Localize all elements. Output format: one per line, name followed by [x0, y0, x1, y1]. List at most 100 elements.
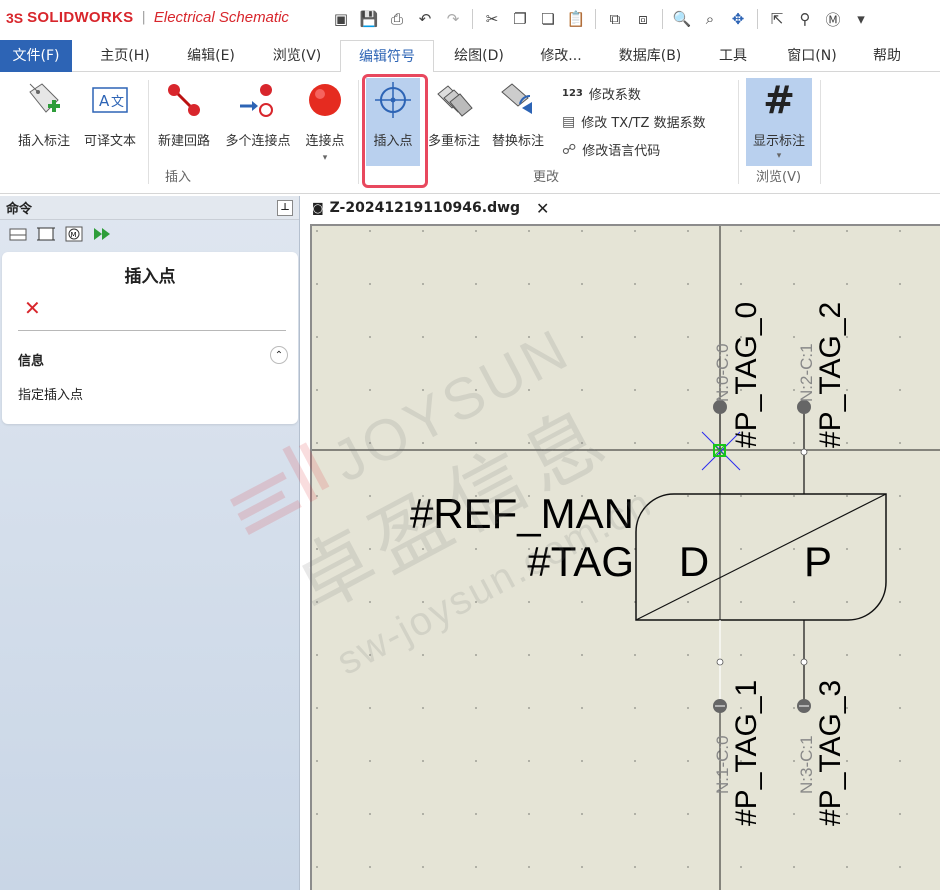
replace-tag-label: 替换标注 [491, 134, 544, 149]
pin-tag-top-left[interactable]: #P_TAG_0 [730, 302, 763, 448]
copy-special-icon[interactable]: ❏ [537, 8, 559, 30]
menu-bar: 文件(F) 主页(H) 编辑(E) 浏览(V) 编辑符号 绘图(D) 修改...… [0, 40, 940, 73]
info-section-title: 信息 [18, 354, 45, 369]
insert-point-highlight-box [362, 74, 428, 188]
modify-language-label: 修改语言代码 [582, 144, 661, 159]
command-panel-title: 命令 [6, 202, 33, 217]
command-card: 插入点 ✕ 信息 ⌃ 指定插入点 [2, 252, 298, 424]
connection-point-icon [305, 78, 345, 122]
multi-connection-icon [238, 78, 278, 122]
command-panel: 命令 ⊥ M 插入点 ✕ 信息 ⌃ 指定插入点 [0, 196, 300, 890]
drawing-canvas[interactable]: #REF_MAN #TAG D P #P_TAG_0 #P_TAG_2 #P_T… [310, 224, 940, 890]
schematic-drawing[interactable]: #REF_MAN #TAG D P #P_TAG_0 #P_TAG_2 #P_T… [312, 226, 940, 890]
tag-label[interactable]: #TAG [527, 538, 634, 585]
command-title: 插入点 [124, 267, 176, 287]
title-bar: 3S SOLIDWORKS | Electrical Schematic ▣ 💾… [0, 0, 940, 40]
tab-draw[interactable]: 绘图(D) [440, 40, 518, 72]
translatable-text-button[interactable]: A文 可译文本 [78, 78, 142, 149]
language-icon: ☍ [562, 141, 577, 158]
insert-tag-icon [24, 78, 64, 122]
search-icon[interactable]: ⚲ [794, 8, 816, 30]
qat-dropdown-icon[interactable]: ▾ [850, 8, 872, 30]
ds-logo-icon: 3S [6, 9, 24, 26]
multi-connection-button[interactable]: 多个连接点 [218, 78, 298, 149]
solidworks-logo: SOLIDWORKS [27, 9, 134, 26]
symbol-letter-p: P [804, 538, 832, 585]
show-tag-dropdown-icon[interactable]: ▾ [746, 151, 812, 161]
cut-icon[interactable]: ✂ [481, 8, 503, 30]
tab-browse[interactable]: 浏览(V) [258, 40, 336, 72]
undo-icon[interactable]: ↶ [414, 8, 436, 30]
show-tag-button[interactable]: # 显示标注 ▾ [746, 78, 812, 161]
tab-modify[interactable]: 修改... [524, 40, 598, 72]
tab-help[interactable]: 帮助 [862, 40, 912, 72]
pin-icon[interactable]: ⊥ [277, 199, 293, 216]
ref-man-label[interactable]: #REF_MAN [410, 490, 634, 537]
layer-icon[interactable] [8, 225, 28, 243]
print-icon[interactable]: ⎙ [386, 8, 408, 30]
zoom-window-icon[interactable]: ⌕ [699, 8, 721, 30]
multi-tag-button[interactable]: 多重标注 [424, 78, 484, 149]
node-label-bottom-left: N:1-C:0 [713, 735, 732, 794]
zoom-icon[interactable]: 🔍 [671, 8, 693, 30]
tab-file[interactable]: 文件(F) [0, 40, 72, 72]
tab-database[interactable]: 数据库(B) [606, 40, 694, 72]
close-tab-icon[interactable]: ✕ [536, 199, 549, 218]
new-file-icon[interactable]: ▣ [330, 8, 352, 30]
connection-point-dropdown-icon[interactable]: ▾ [300, 153, 350, 163]
collapse-up-icon[interactable]: ⌃ [270, 346, 288, 364]
show-tag-label: 显示标注 [752, 134, 805, 149]
hash-icon: # [763, 78, 795, 122]
brand-separator: | [141, 10, 146, 25]
node-label-bottom-right: N:3-C:1 [797, 735, 816, 794]
modify-txtz-button[interactable]: ▤ 修改 TX/TZ 数据系数 [562, 112, 706, 132]
panel-toolbar: M [0, 220, 299, 248]
ribbon: 插入标注 A文 可译文本 新建回路 多个连接点 连接点 ▾ 插入点 多重标注 替… [0, 72, 940, 194]
insert-tag-button[interactable]: 插入标注 [12, 78, 76, 149]
multi-tag-label: 多重标注 [427, 134, 480, 149]
replace-tag-button[interactable]: 替换标注 [486, 78, 550, 149]
select-icon[interactable]: ⇱ [766, 8, 788, 30]
group-modify-label: 更改 [533, 170, 560, 185]
copy-format-icon[interactable]: ⧉ [604, 8, 626, 30]
connection-point-button[interactable]: 连接点 ▾ [300, 78, 350, 163]
node-label-top-left: N:0-C:0 [713, 343, 732, 402]
tab-edit[interactable]: 编辑(E) [172, 40, 250, 72]
frame-icon[interactable] [36, 225, 56, 243]
macro-panel-icon[interactable]: M [64, 225, 84, 243]
macro-icon[interactable]: Ⓜ [822, 8, 844, 30]
insert-tag-label: 插入标注 [17, 134, 70, 149]
tab-window[interactable]: 窗口(N) [772, 40, 852, 72]
pin-tag-bottom-right[interactable]: #P_TAG_3 [814, 680, 847, 826]
new-circuit-button[interactable]: 新建回路 [152, 78, 216, 149]
app-brand: 3S SOLIDWORKS | Electrical Schematic [6, 9, 289, 26]
paste-format-icon[interactable]: ⧈ [632, 8, 654, 30]
modify-txtz-label: 修改 TX/TZ 数据系数 [581, 116, 706, 131]
new-circuit-icon [164, 78, 204, 122]
svg-text:M: M [71, 231, 77, 239]
data-table-icon: ▤ [562, 113, 576, 130]
play-forward-icon[interactable] [92, 225, 112, 243]
pin-tag-top-right[interactable]: #P_TAG_2 [814, 302, 847, 448]
copy-icon[interactable]: ❐ [509, 8, 531, 30]
tab-tools[interactable]: 工具 [704, 40, 762, 72]
save-icon[interactable]: 💾 [358, 8, 380, 30]
quick-access-toolbar: ▣ 💾 ⎙ ↶ ↷ ✂ ❐ ❏ 📋 ⧉ ⧈ 🔍 ⌕ ✥ ⇱ ⚲ Ⓜ ▾ [330, 8, 872, 30]
modify-language-button[interactable]: ☍ 修改语言代码 [562, 140, 661, 160]
redo-icon[interactable]: ↷ [442, 8, 464, 30]
drawing-file-icon: ◙ [312, 201, 324, 215]
multi-connection-label: 多个连接点 [225, 134, 291, 149]
pan-icon[interactable]: ✥ [727, 8, 749, 30]
document-tab[interactable]: ◙ Z-20241219110946.dwg ✕ [308, 196, 549, 220]
close-icon[interactable]: ✕ [24, 296, 41, 320]
replace-tag-icon [498, 78, 538, 122]
group-browse-label: 浏览(V) [756, 170, 802, 185]
tab-home[interactable]: 主页(H) [86, 40, 164, 72]
pin-tag-bottom-left[interactable]: #P_TAG_1 [730, 680, 763, 826]
translatable-text-icon: A文 [90, 78, 130, 122]
command-panel-header: 命令 ⊥ [0, 196, 299, 220]
paste-icon[interactable]: 📋 [565, 8, 587, 30]
tab-edit-symbol[interactable]: 编辑符号 [340, 40, 434, 73]
modify-coefficient-button[interactable]: 123 修改系数 [562, 84, 641, 103]
svg-text:A: A [99, 92, 110, 110]
